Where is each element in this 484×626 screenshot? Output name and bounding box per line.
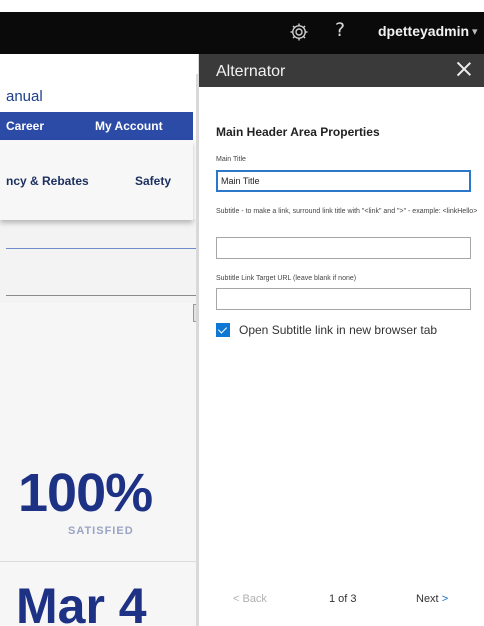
panel-header: Alternator	[199, 54, 484, 87]
open-new-tab-label[interactable]: Open Subtitle link in new browser tab	[239, 323, 437, 337]
subtitle-input[interactable]	[216, 237, 471, 259]
nav-career-link[interactable]: Career	[6, 119, 44, 133]
panel-title: Alternator	[216, 63, 286, 80]
main-title-label: Main Title	[216, 156, 246, 163]
properties-panel: Alternator Main Header Area Properties M…	[198, 54, 484, 626]
username-menu[interactable]: dpetteyadmin	[378, 23, 469, 39]
divider	[0, 561, 198, 562]
divider	[6, 295, 198, 296]
subtitle-url-label: Subtitle Link Target URL (leave blank if…	[216, 275, 357, 282]
divider	[6, 248, 198, 249]
subtitle-label: Subtitle - to make a link, surround link…	[216, 208, 478, 215]
subtitle-url-input[interactable]	[216, 288, 471, 310]
open-new-tab-checkbox[interactable]	[216, 323, 230, 337]
menu-item-safety[interactable]: Safety	[135, 174, 171, 188]
next-button[interactable]: Next >	[416, 593, 448, 605]
help-icon[interactable]: ?	[335, 19, 345, 41]
main-title-input[interactable]	[216, 170, 471, 192]
background-page: anual Career My Account ncy & Rebates Sa…	[0, 54, 198, 626]
back-button[interactable]: < Back	[233, 593, 267, 605]
menu-item-rebates[interactable]: ncy & Rebates	[6, 174, 89, 188]
chevron-right-icon: >	[441, 593, 449, 605]
stat-value: 100%	[18, 463, 153, 523]
stat-label: SATISFIED	[68, 525, 134, 537]
gear-icon[interactable]	[289, 22, 309, 42]
chevron-down-icon[interactable]: ▾	[472, 25, 478, 38]
section-title: Main Header Area Properties	[216, 125, 380, 139]
site-title-fragment: anual	[6, 88, 43, 105]
page-indicator: 1 of 3	[329, 593, 357, 605]
event-date: Mar 4	[16, 578, 147, 626]
next-label: Next	[416, 593, 439, 605]
nav-my-account-link[interactable]: My Account	[95, 119, 163, 133]
suite-bar: ? dpetteyadmin ▾	[0, 12, 484, 54]
close-icon[interactable]	[455, 60, 473, 78]
